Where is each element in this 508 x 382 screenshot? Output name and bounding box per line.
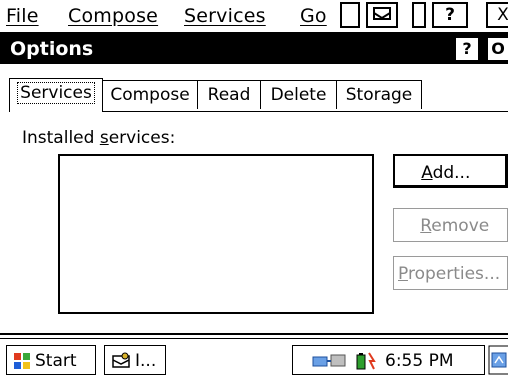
- menu-services[interactable]: Services: [184, 5, 266, 27]
- taskbar: Start I... 6:55 PM: [0, 338, 508, 382]
- properties-rest: roperties...: [407, 264, 501, 284]
- inbox-icon: [112, 352, 130, 368]
- toolbar-separator-icon: [412, 2, 426, 28]
- add-button[interactable]: Add...: [393, 154, 508, 188]
- properties-accel: P: [398, 264, 408, 284]
- title-bar: Options ? O: [0, 34, 508, 64]
- services-listbox[interactable]: [58, 154, 374, 314]
- windows-flag-icon: [14, 353, 30, 369]
- close-button[interactable]: X: [486, 2, 508, 28]
- tab-delete[interactable]: Delete: [260, 80, 337, 109]
- menu-file[interactable]: File: [6, 5, 39, 27]
- battery-icon[interactable]: [355, 351, 377, 371]
- tab-storage[interactable]: Storage: [336, 80, 422, 109]
- label-prefix: Installed: [22, 128, 100, 148]
- start-label: Start: [35, 351, 77, 371]
- tab-services-label: Services: [17, 82, 95, 104]
- window-title: Options: [10, 38, 94, 60]
- add-rest: dd...: [432, 163, 471, 183]
- active-tab-gap: [10, 111, 102, 113]
- task-label: I...: [135, 351, 157, 371]
- taskbar-app-button[interactable]: I...: [104, 345, 166, 375]
- help-button[interactable]: ?: [456, 38, 478, 60]
- installed-services-label: Installed services:: [22, 128, 175, 148]
- menu-compose[interactable]: Compose: [68, 5, 158, 27]
- menu-bar: File Compose Services Go ? X: [0, 0, 508, 34]
- remove-rest: emove: [431, 216, 490, 236]
- tab-services[interactable]: Services: [9, 78, 103, 111]
- system-tray: 6:55 PM: [292, 345, 485, 375]
- menu-go[interactable]: Go: [300, 5, 327, 27]
- help-button[interactable]: ?: [432, 2, 468, 28]
- tab-compose[interactable]: Compose: [102, 80, 198, 109]
- divider: [0, 333, 508, 335]
- ok-button[interactable]: O: [488, 38, 508, 60]
- add-accel: A: [421, 163, 433, 183]
- start-button[interactable]: Start: [6, 345, 96, 375]
- inbox-icon[interactable]: [366, 2, 398, 28]
- tab-read[interactable]: Read: [197, 80, 261, 109]
- label-accel: s: [99, 128, 109, 148]
- remove-button[interactable]: Remove: [393, 208, 508, 242]
- remove-accel: R: [420, 216, 432, 236]
- label-suffix: ervices:: [108, 128, 176, 148]
- properties-button[interactable]: Properties...: [393, 256, 508, 290]
- toolbar-separator-icon: [340, 2, 360, 28]
- clock[interactable]: 6:55 PM: [385, 346, 454, 376]
- network-connection-icon[interactable]: [311, 351, 351, 371]
- desktop-icon[interactable]: [488, 345, 508, 375]
